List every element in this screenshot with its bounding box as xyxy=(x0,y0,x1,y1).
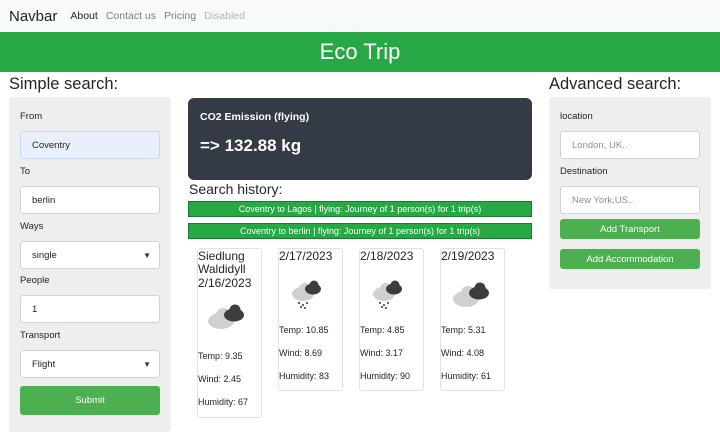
weather-wind: Wind: 8.69 xyxy=(279,348,323,358)
transport-select[interactable]: Flight ▼ xyxy=(20,350,160,378)
weather-humidity: Humidity: 83 xyxy=(279,371,330,381)
weather-humidity: Humidity: 67 xyxy=(198,397,249,407)
weather-humidity: Humidity: 90 xyxy=(360,371,411,381)
cloudy-icon xyxy=(208,304,244,329)
people-label: People xyxy=(20,275,50,286)
weather-date: 2/19/2023 xyxy=(441,249,495,263)
co2-emission-card: CO2 Emission (flying) => 132.88 kg xyxy=(188,98,532,180)
rain-cloud-icon xyxy=(373,280,402,310)
weather-date: 2/18/2023 xyxy=(360,249,414,263)
transport-label: Transport xyxy=(20,330,61,341)
navbar: Navbar About Contact us Pricing Disabled xyxy=(0,0,720,32)
co2-value: => 132.88 kg xyxy=(200,136,302,155)
advanced-search-title: Advanced search: xyxy=(549,75,682,93)
search-history-title: Search history: xyxy=(189,181,283,197)
cloudy-icon xyxy=(453,282,489,307)
chevron-down-icon: ▼ xyxy=(143,359,151,369)
ways-select[interactable]: single ▼ xyxy=(20,241,160,269)
weather-location: Waldidyll xyxy=(198,262,246,276)
ways-select-value: single xyxy=(32,249,57,261)
from-label: From xyxy=(20,111,43,122)
from-input[interactable]: Coventry xyxy=(20,131,160,159)
weather-wind: Wind: 3.17 xyxy=(360,348,404,358)
weather-humidity: Humidity: 61 xyxy=(441,371,492,381)
advanced-search-panel: location London, UK.. Destination New Yo… xyxy=(549,97,711,289)
destination-label: Destination xyxy=(560,166,608,177)
weather-card xyxy=(440,248,505,391)
weather-wind: Wind: 2.45 xyxy=(198,374,242,384)
nav-link-pricing[interactable]: Pricing xyxy=(164,10,196,22)
to-input[interactable]: berlin xyxy=(20,186,160,214)
weather-temp: Temp: 4.85 xyxy=(360,325,405,335)
destination-input[interactable]: New York,US.. xyxy=(560,186,700,214)
rain-cloud-icon xyxy=(292,280,321,310)
location-label: location xyxy=(560,111,593,122)
add-transport-button[interactable]: Add Transport xyxy=(560,219,700,239)
nav-link-contact[interactable]: Contact us xyxy=(106,10,156,22)
history-item[interactable]: Coventry to Lagos | flying: Journey of 1… xyxy=(188,201,532,217)
nav-link-disabled: Disabled xyxy=(204,10,245,22)
weather-temp: Temp: 9.35 xyxy=(198,351,243,361)
people-input[interactable]: 1 xyxy=(20,295,160,323)
simple-search-panel: From Coventry To berlin Ways single ▼ Pe… xyxy=(9,97,171,432)
weather-card xyxy=(359,248,424,391)
nav-link-about[interactable]: About xyxy=(70,10,97,22)
navbar-brand[interactable]: Navbar xyxy=(9,8,57,25)
weather-temp: Temp: 5.31 xyxy=(441,325,486,335)
transport-select-value: Flight xyxy=(32,358,56,370)
to-label: To xyxy=(20,166,31,177)
co2-title: CO2 Emission (flying) xyxy=(200,111,310,123)
weather-card xyxy=(278,248,343,391)
weather-temp: Temp: 10.85 xyxy=(279,325,329,335)
hero-banner: Eco Trip xyxy=(0,32,720,72)
weather-wind: Wind: 4.08 xyxy=(441,348,485,358)
add-accommodation-button[interactable]: Add Accommodation xyxy=(560,249,700,269)
submit-button[interactable]: Submit xyxy=(20,386,160,415)
location-input[interactable]: London, UK.. xyxy=(560,131,700,159)
simple-search-title: Simple search: xyxy=(9,75,119,93)
chevron-down-icon: ▼ xyxy=(143,250,151,260)
weather-date: 2/16/2023 xyxy=(198,276,252,290)
ways-label: Ways xyxy=(20,221,44,232)
weather-date: 2/17/2023 xyxy=(279,249,333,263)
history-item[interactable]: Coventry to berlin | flying: Journey of … xyxy=(188,223,532,239)
page-title: Eco Trip xyxy=(319,39,401,64)
